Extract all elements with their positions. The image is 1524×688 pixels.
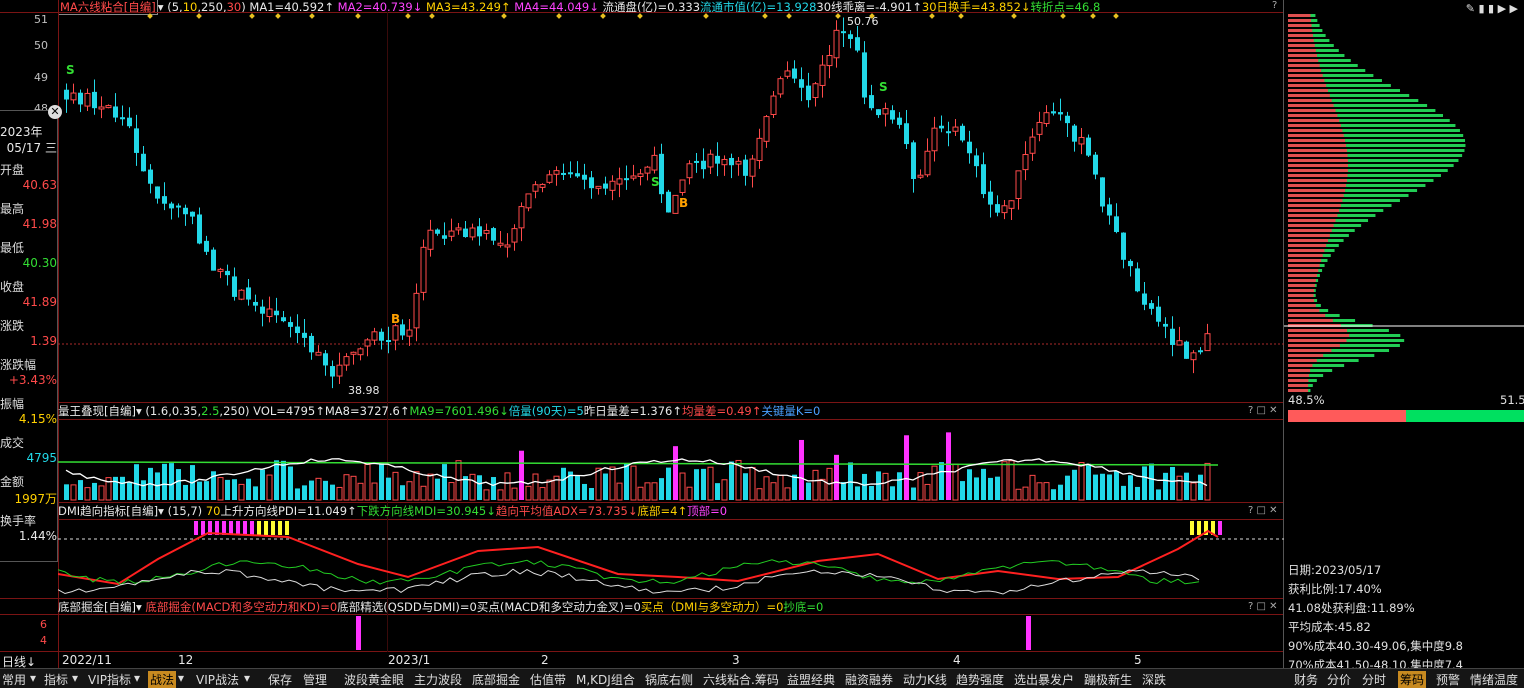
panel-controls[interactable]: ? □ ✕ <box>1248 405 1278 416</box>
dropdown-icon[interactable]: ▾ <box>136 404 142 418</box>
tab-chips[interactable]: 筹码 <box>1398 671 1427 688</box>
sell-signal: S <box>651 175 660 189</box>
tab-yimeng[interactable]: 益盟经典 <box>787 671 835 688</box>
tab-sentiment[interactable]: 情绪温度 <box>1470 671 1518 688</box>
chip-histogram <box>1284 14 1524 392</box>
tab-finance[interactable]: 财务 <box>1294 671 1318 688</box>
y-tick: 49 <box>34 71 48 84</box>
x-tick: 2023/1 <box>388 653 431 667</box>
tab-vip-indicators[interactable]: VIP指标 <box>88 671 131 688</box>
avg-cost: 平均成本:45.82 <box>1288 620 1371 634</box>
bottom-signal-bar <box>356 616 361 650</box>
dropdown-icon[interactable]: ▾ <box>136 600 142 614</box>
bottom-indicator-name[interactable]: 底部掘金[自编] <box>58 600 136 614</box>
tab-alerts[interactable]: 预警 <box>1436 671 1460 688</box>
tab-vip-strategies[interactable]: VIP战法 <box>196 671 239 688</box>
volume-indicator-header: 量王叠现[自编]▾ (1.6,0.35,2.5,250) VOL=4795↑MA… <box>58 404 821 418</box>
tab-save[interactable]: 保存 <box>268 671 292 688</box>
bottom-indicator-header: 底部掘金[自编]▾ 底部掘金(MACD和多空动力和KD)=0底部精选(QSDD与… <box>58 600 824 614</box>
bottom-tab-bar: 常用 ▾ 指标 ▾ VIP指标 ▾ 战法 ▾ VIP战法 ▾ 保存 管理 波段黄金眼 主力… <box>0 668 1524 688</box>
tab-bungee[interactable]: 蹦极新生 <box>1084 671 1132 688</box>
loss-bar <box>1406 410 1524 422</box>
tab-pot-right[interactable]: 锅底右侧 <box>645 671 693 688</box>
tab-margin[interactable]: 融资融券 <box>845 671 893 688</box>
dmi-chart[interactable] <box>58 519 1284 598</box>
tab-strategies[interactable]: 战法 <box>148 671 177 688</box>
buy-signal: B <box>391 312 401 326</box>
panel-controls[interactable]: ? □ ✕ <box>1248 505 1278 516</box>
dmi-indicator-header: DMI趋向指标[自编]▾ (15,7) 70上升方向线PDI=11.049↑下跌… <box>58 504 728 518</box>
tab-six-line[interactable]: 六线粘合.筹码 <box>703 671 779 688</box>
close-icon[interactable]: ✕ <box>48 105 62 119</box>
help-icon[interactable]: ? <box>1272 0 1277 11</box>
y-tick: 51 <box>34 13 48 26</box>
x-tick: 2 <box>541 653 549 667</box>
quote-info-panel: ✕ 2023年 05/17 三 开盘 40.63 最高 41.98 最低 40.… <box>0 105 62 562</box>
profit-at-price: 41.08处获利盘:11.89% <box>1288 601 1415 615</box>
y-tick: 6 <box>40 618 47 631</box>
tab-band-gold-eye[interactable]: 波段黄金眼 <box>344 671 404 688</box>
profit-ratio: 获利比例:17.40% <box>1288 582 1382 596</box>
sell-signal: S <box>66 63 75 77</box>
volume-chart[interactable] <box>58 420 1284 502</box>
chip-distribution-panel: ✎ ▮ ▮ ▶ ▶ 48.5% 51.5 日期:2023/05/17 获利比例:… <box>1284 0 1524 672</box>
tab-indicators[interactable]: 指标 <box>44 671 68 688</box>
low-price-label: 38.98 <box>348 384 380 397</box>
tab-bottom-gold[interactable]: 底部掘金 <box>472 671 520 688</box>
tab-price-dist[interactable]: 分价 <box>1327 671 1351 688</box>
tab-manage[interactable]: 管理 <box>303 671 327 688</box>
candlestick-chart[interactable] <box>58 12 1284 402</box>
tab-upstarts[interactable]: 选出暴发户 <box>1014 671 1074 688</box>
x-tick: 3 <box>732 653 740 667</box>
y-tick: 50 <box>34 39 48 52</box>
buy-signal: B <box>679 196 689 210</box>
x-tick: 4 <box>953 653 961 667</box>
cost-90: 90%成本40.30-49.06,集中度9.8 <box>1288 639 1463 653</box>
high-price-label: 50.76 <box>847 15 879 28</box>
tab-m-kdj[interactable]: M,KDJ组合 <box>576 671 635 688</box>
tab-common[interactable]: 常用 <box>2 671 26 688</box>
tab-deep-drop[interactable]: 深跌 <box>1142 671 1166 688</box>
tab-trend[interactable]: 趋势强度 <box>956 671 1004 688</box>
dropdown-icon[interactable]: ▾ <box>158 504 164 518</box>
y-tick: 4 <box>40 634 47 647</box>
bottom-signal-bar <box>1026 616 1031 650</box>
dmi-indicator-name[interactable]: DMI趋向指标[自编] <box>58 504 158 518</box>
tab-valuation[interactable]: 估值带 <box>530 671 566 688</box>
x-tick: 2022/11 <box>62 653 112 667</box>
profit-bar <box>1288 410 1406 422</box>
sell-signal: S <box>879 80 888 94</box>
panel-controls[interactable]: ? □ ✕ <box>1248 601 1278 612</box>
tab-power-k[interactable]: 动力K线 <box>903 671 947 688</box>
tab-main-band[interactable]: 主力波段 <box>414 671 462 688</box>
x-tick: 12 <box>178 653 194 667</box>
chip-date: 日期:2023/05/17 <box>1288 563 1382 577</box>
volume-indicator-name[interactable]: 量王叠现[自编] <box>58 404 136 418</box>
tab-intraday[interactable]: 分时 <box>1362 671 1386 688</box>
x-tick: 5 <box>1134 653 1142 667</box>
